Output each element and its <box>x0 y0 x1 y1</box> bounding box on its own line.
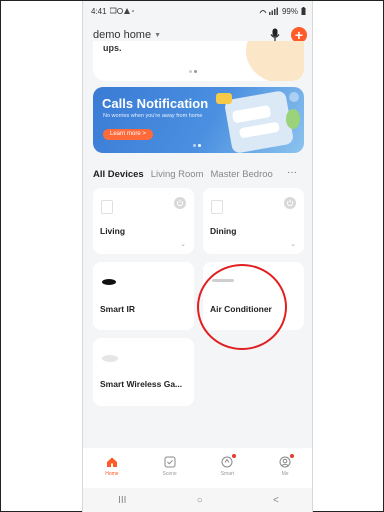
pager-dot-active <box>198 144 201 147</box>
home-selector[interactable]: demo home ▼ <box>93 29 161 41</box>
nav-home[interactable]: Home <box>92 456 132 477</box>
smart-ir-icon <box>102 279 116 285</box>
banner-title: Calls Notification <box>102 96 209 111</box>
tab-living-room[interactable]: Living Room <box>151 169 204 180</box>
learn-more-button[interactable]: Learn more > <box>103 129 153 140</box>
pager-dot <box>193 144 196 147</box>
recents-button[interactable]: III <box>118 495 126 506</box>
nav-home-label: Home <box>105 471 119 477</box>
system-navigation-bar: III ○ < <box>83 488 312 512</box>
close-icon[interactable] <box>289 92 299 102</box>
pager-dot <box>189 70 192 73</box>
switch-panel-icon <box>101 200 113 214</box>
notification-dot <box>232 454 237 458</box>
home-button[interactable]: ○ <box>197 495 203 506</box>
phone-illustration <box>223 90 295 153</box>
status-bar: 4:41 99% <box>83 1 312 21</box>
bottom-nav: Home Scene Smart Me <box>83 448 312 488</box>
battery-icon <box>301 7 306 15</box>
more-tabs-icon[interactable]: ··· <box>287 167 297 178</box>
tab-master-bedroom[interactable]: Master Bedroo <box>211 169 273 180</box>
chevron-down-icon[interactable]: ⌄ <box>180 240 186 248</box>
device-card-smart-ir[interactable]: Smart IR <box>93 262 194 330</box>
smart-icon <box>221 456 233 468</box>
status-left: 4:41 <box>91 7 134 16</box>
back-button[interactable]: < <box>273 495 279 506</box>
screenshot-frame: 4:41 99% demo home ▼ + ups. Calls Notifi… <box>0 0 384 512</box>
nav-scene-label: Scene <box>162 471 177 477</box>
caret-down-icon: ▼ <box>154 31 162 39</box>
pager-dot-active <box>194 70 197 73</box>
nav-smart[interactable]: Smart <box>207 454 247 477</box>
promo-text: ups. <box>103 43 122 53</box>
notification-icons <box>109 7 134 14</box>
switch-panel-icon <box>211 200 223 214</box>
banner-pager <box>193 144 201 147</box>
device-name: Air Conditioner <box>210 304 272 314</box>
home-icon <box>106 457 117 467</box>
device-card-living[interactable]: Living ⌄ <box>93 188 194 254</box>
calls-notification-banner[interactable]: Calls Notification No worries when you'r… <box>93 87 304 153</box>
device-name: Smart Wireless Ga... <box>100 379 183 389</box>
device-card-air-conditioner[interactable]: Air Conditioner <box>203 262 304 330</box>
tab-all-devices[interactable]: All Devices <box>93 169 144 180</box>
promo-pager <box>189 70 197 73</box>
nav-me[interactable]: Me <box>265 454 305 477</box>
promo-illustration <box>246 41 304 81</box>
device-name: Smart IR <box>100 304 135 314</box>
scene-icon <box>164 456 176 468</box>
power-icon[interactable] <box>284 197 296 209</box>
room-tabs: All Devices Living Room Master Bedroo <box>93 167 309 181</box>
phone-screen: 4:41 99% demo home ▼ + ups. Calls Notifi… <box>82 1 313 512</box>
device-name: Dining <box>210 226 237 236</box>
nav-me-label: Me <box>281 471 289 477</box>
gateway-icon <box>102 355 118 362</box>
chat-bubble <box>238 121 280 139</box>
chat-bubble <box>231 104 272 124</box>
home-name-label: demo home <box>93 29 152 41</box>
profile-icon <box>279 456 291 468</box>
nav-smart-label: Smart <box>220 471 235 477</box>
chevron-down-icon[interactable]: ⌄ <box>290 240 296 248</box>
nav-scene[interactable]: Scene <box>150 456 190 477</box>
battery-percent: 99% <box>281 6 298 16</box>
notification-dot <box>290 454 295 458</box>
promo-card[interactable]: ups. <box>93 41 304 81</box>
device-card-smart-wireless-gateway[interactable]: Smart Wireless Ga... <box>93 338 194 406</box>
call-badge-icon <box>216 93 232 104</box>
status-right: 99% <box>259 7 306 16</box>
signal-icon <box>259 7 278 15</box>
clock: 4:41 <box>91 6 107 16</box>
device-name: Living <box>100 226 126 236</box>
banner-subtitle: No worries when you're away from home <box>103 113 203 119</box>
power-icon[interactable] <box>174 197 186 209</box>
air-conditioner-icon <box>212 279 234 282</box>
leaf-decoration <box>286 109 300 129</box>
device-card-dining[interactable]: Dining ⌄ <box>203 188 304 254</box>
